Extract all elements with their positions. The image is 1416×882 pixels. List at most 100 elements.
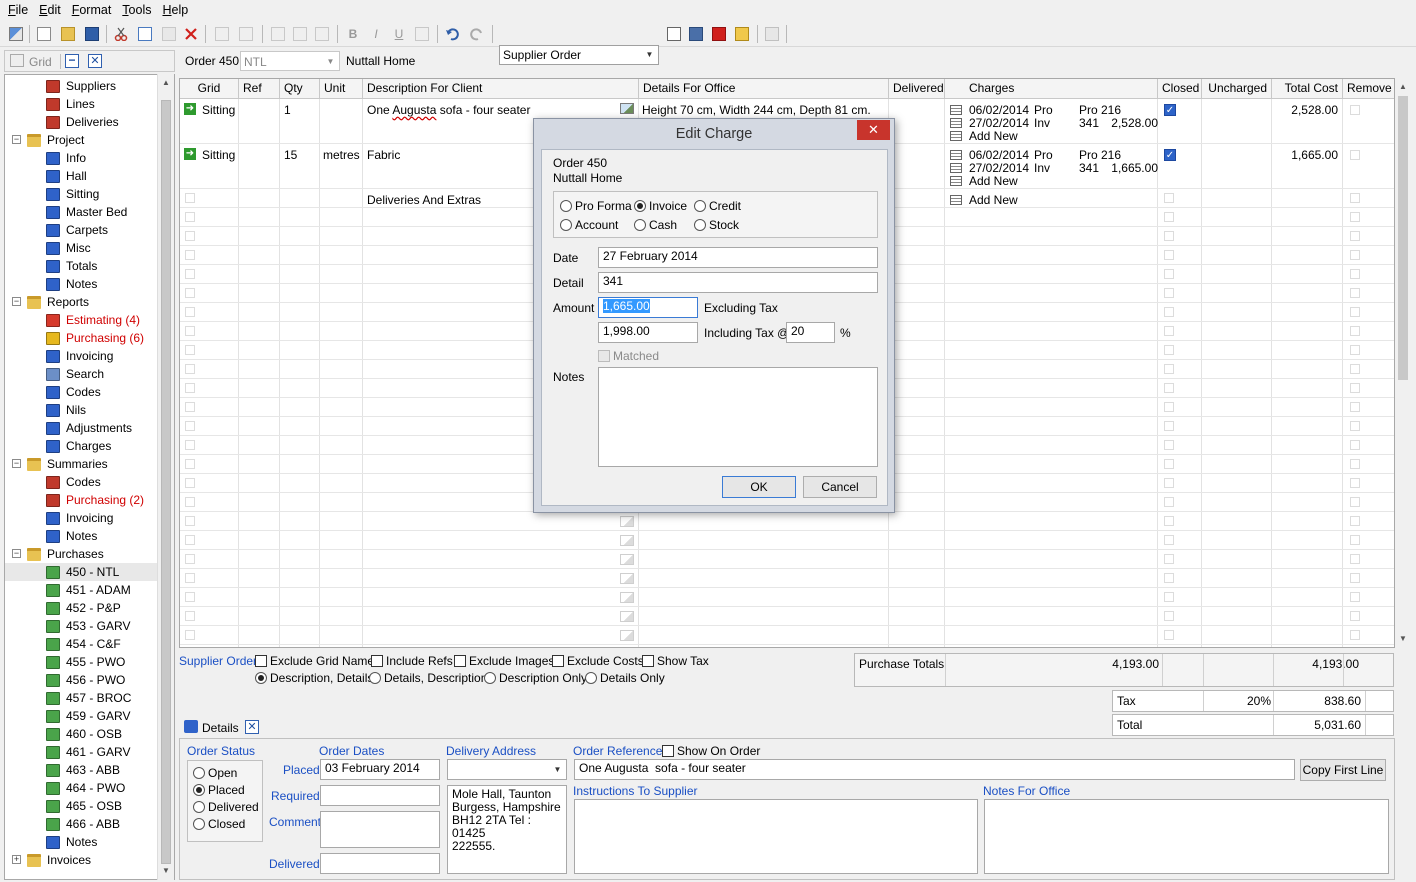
- empty-cell-checkbox[interactable]: [185, 364, 195, 374]
- empty-cell-checkbox[interactable]: [1164, 440, 1174, 450]
- status-open-radio[interactable]: Open: [193, 766, 237, 780]
- empty-cell-checkbox[interactable]: [185, 307, 195, 317]
- empty-cell-checkbox[interactable]: [1164, 402, 1174, 412]
- sidebar-item[interactable]: Reports: [27, 293, 89, 311]
- column-header[interactable]: Total Cost: [1272, 79, 1343, 99]
- empty-cell-checkbox[interactable]: [185, 250, 195, 260]
- description-only-radio[interactable]: Description Only: [484, 671, 587, 685]
- credit-radio[interactable]: Credit: [694, 199, 741, 213]
- closed-checkbox[interactable]: ✓: [1164, 104, 1176, 116]
- switch-icon[interactable]: [6, 24, 26, 44]
- pdf-icon[interactable]: [709, 24, 729, 44]
- empty-cell-checkbox[interactable]: [185, 497, 195, 507]
- empty-cell-checkbox[interactable]: [1164, 421, 1174, 431]
- open-folder-icon[interactable]: [58, 24, 78, 44]
- cancel-button[interactable]: Cancel: [803, 476, 877, 498]
- empty-cell-checkbox[interactable]: [1350, 535, 1360, 545]
- empty-cell-checkbox[interactable]: [1350, 402, 1360, 412]
- sidebar-item[interactable]: Codes: [46, 383, 101, 401]
- empty-cell-checkbox[interactable]: [1350, 307, 1360, 317]
- description-cell[interactable]: Fabric: [367, 149, 400, 162]
- column-header[interactable]: Ref: [239, 79, 280, 99]
- cut-icon[interactable]: [111, 24, 131, 44]
- dialog-close-button[interactable]: ✕: [857, 120, 890, 140]
- image-placeholder-icon[interactable]: [620, 592, 634, 603]
- empty-cell-checkbox[interactable]: [1164, 611, 1174, 621]
- sidebar-item[interactable]: 454 - C&F: [46, 635, 121, 653]
- sidebar-item[interactable]: 459 - GARV: [46, 707, 130, 725]
- status-closed-radio[interactable]: Closed: [193, 817, 245, 831]
- empty-cell-checkbox[interactable]: [1350, 193, 1360, 203]
- empty-cell-checkbox[interactable]: [185, 193, 195, 203]
- image-placeholder-icon[interactable]: [620, 554, 634, 565]
- grid-toggle-label[interactable]: Grid: [29, 55, 52, 69]
- image-placeholder-icon[interactable]: [620, 535, 634, 546]
- empty-cell-checkbox[interactable]: [1350, 592, 1360, 602]
- placed-date-input[interactable]: 03 February 2014: [320, 759, 440, 780]
- delivered-date-input[interactable]: [320, 853, 440, 874]
- tree-expander-icon[interactable]: −: [12, 459, 21, 468]
- supplier-code-select[interactable]: NTL ▼: [240, 51, 340, 71]
- column-header[interactable]: Charges: [945, 79, 1158, 99]
- delivery-address-select[interactable]: ▼: [447, 759, 567, 780]
- empty-cell-checkbox[interactable]: [1164, 478, 1174, 488]
- empty-cell-checkbox[interactable]: [185, 611, 195, 621]
- image-icon[interactable]: [620, 103, 634, 114]
- sidebar-item[interactable]: Deliveries: [46, 113, 119, 131]
- tax-rate-input[interactable]: 20: [786, 322, 835, 343]
- image-placeholder-icon[interactable]: [620, 573, 634, 584]
- empty-cell-checkbox[interactable]: [1350, 440, 1360, 450]
- indent-icon[interactable]: [268, 24, 288, 44]
- new-icon[interactable]: [34, 24, 54, 44]
- highlight-icon[interactable]: [412, 24, 432, 44]
- empty-cell-checkbox[interactable]: [1350, 269, 1360, 279]
- status-delivered-radio[interactable]: Delivered: [193, 800, 259, 814]
- save-icon[interactable]: [82, 24, 102, 44]
- empty-cell-checkbox[interactable]: [185, 516, 195, 526]
- menu-file[interactable]: File: [4, 3, 35, 17]
- remove-checkbox[interactable]: [1350, 105, 1360, 115]
- empty-cell-checkbox[interactable]: [185, 231, 195, 241]
- sidebar-item[interactable]: Purchasing (6): [46, 329, 144, 347]
- column-header[interactable]: Grid: [180, 79, 239, 99]
- empty-cell-checkbox[interactable]: [1350, 212, 1360, 222]
- closed-checkbox[interactable]: ✓: [1164, 149, 1176, 161]
- empty-cell-checkbox[interactable]: [1350, 573, 1360, 583]
- scroll-up-icon[interactable]: ▲: [162, 78, 170, 87]
- empty-cell-checkbox[interactable]: [1164, 497, 1174, 507]
- ok-button[interactable]: OK: [722, 476, 796, 498]
- scroll-thumb[interactable]: [1398, 96, 1408, 380]
- details-description-radio[interactable]: Details, Description: [369, 671, 487, 685]
- tree-expander-icon[interactable]: −: [12, 549, 21, 558]
- sidebar-item[interactable]: 460 - OSB: [46, 725, 122, 743]
- show-on-order-checkbox[interactable]: Show On Order: [662, 744, 760, 758]
- empty-cell-checkbox[interactable]: [185, 326, 195, 336]
- empty-cell-checkbox[interactable]: [1164, 288, 1174, 298]
- details-tab-label[interactable]: Details: [202, 721, 239, 735]
- empty-cell-checkbox[interactable]: [1164, 630, 1174, 640]
- empty-cell-checkbox[interactable]: [1164, 383, 1174, 393]
- include-refs-checkbox[interactable]: Include Refs: [371, 654, 453, 668]
- exclude-grid-names-checkbox[interactable]: Exclude Grid Names: [255, 654, 380, 668]
- copy-first-line-button[interactable]: Copy First Line: [1300, 759, 1386, 781]
- sidebar-item[interactable]: Misc: [46, 239, 91, 257]
- sidebar-item[interactable]: Notes: [46, 275, 97, 293]
- menu-help[interactable]: Help: [158, 3, 195, 17]
- sidebar-item[interactable]: Purchases: [27, 545, 104, 563]
- empty-cell-checkbox[interactable]: [1350, 345, 1360, 355]
- sidebar-item[interactable]: Totals: [46, 257, 97, 275]
- sidebar-item[interactable]: Notes: [46, 527, 97, 545]
- matched-checkbox[interactable]: Matched: [598, 349, 659, 363]
- close-icon[interactable]: ✕: [88, 54, 102, 68]
- invoice-radio[interactable]: Invoice: [634, 199, 687, 213]
- copy-icon[interactable]: [135, 24, 155, 44]
- dialog-notes-input[interactable]: [598, 367, 878, 467]
- sidebar-item[interactable]: 456 - PWO: [46, 671, 125, 689]
- empty-cell-checkbox[interactable]: [1350, 364, 1360, 374]
- sidebar-item[interactable]: Carpets: [46, 221, 108, 239]
- menu-edit[interactable]: Edit: [35, 3, 68, 17]
- sidebar-item[interactable]: 466 - ABB: [46, 815, 120, 833]
- instructions-input[interactable]: [574, 799, 978, 874]
- sidebar-item[interactable]: Invoicing: [46, 347, 113, 365]
- stock-radio[interactable]: Stock: [694, 218, 739, 232]
